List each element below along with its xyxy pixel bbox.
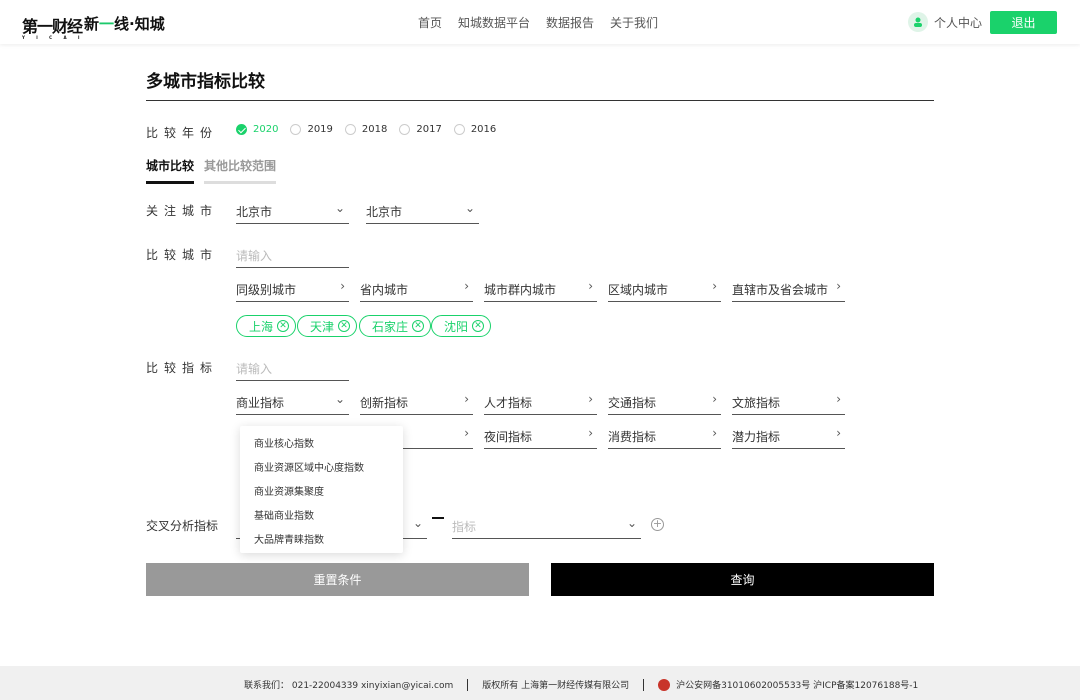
- group-region[interactable]: 区域内城市 ›: [608, 278, 721, 302]
- compare-city-input[interactable]: 请输入: [236, 244, 349, 268]
- chevron-right-icon: ›: [836, 392, 841, 406]
- compare-indicator-input[interactable]: 请输入: [236, 357, 349, 381]
- reset-button[interactable]: 重置条件: [146, 563, 529, 596]
- title-divider: [146, 100, 934, 101]
- group-city-cluster[interactable]: 城市群内城市 ›: [484, 278, 597, 302]
- indicator-night[interactable]: 夜间指标 ›: [484, 425, 597, 449]
- range-dash: [432, 517, 444, 519]
- year-option-2020[interactable]: 2020: [236, 124, 278, 135]
- dropdown-option[interactable]: 商业资源集聚度: [240, 482, 403, 506]
- indicator-potential[interactable]: 潜力指标 ›: [732, 425, 845, 449]
- close-icon[interactable]: ✕: [277, 320, 290, 332]
- indicator-traffic[interactable]: 交通指标 ›: [608, 391, 721, 415]
- group-same-level[interactable]: 同级别城市 ›: [236, 278, 349, 302]
- commerce-indicator-dropdown: 商业核心指数 商业资源区域中心度指数 商业资源集聚度 基础商业指数 大品牌青睐指…: [240, 426, 403, 553]
- footer-divider: [467, 678, 469, 691]
- close-icon[interactable]: ✕: [338, 320, 351, 332]
- chevron-right-icon: ›: [836, 426, 841, 440]
- nav-about[interactable]: 关于我们: [610, 14, 658, 31]
- radio-checked-icon: [236, 124, 247, 135]
- chevron-down-icon: ⌄: [412, 516, 423, 530]
- chevron-right-icon: ›: [588, 426, 593, 440]
- main-nav: 首页 知城数据平台 数据报告 关于我们: [418, 14, 658, 31]
- logout-button[interactable]: 退出: [990, 11, 1057, 34]
- zhicheng-logo[interactable]: 新一线·知城: [84, 13, 165, 34]
- chevron-right-icon: ›: [588, 279, 593, 293]
- footer: 联系我们： 021-22004339 xinyixian@yicai.com 版…: [0, 666, 1080, 700]
- chevron-down-icon: ⌄: [464, 201, 475, 215]
- page-title: 多城市指标比较: [146, 72, 265, 92]
- police-badge-icon: [658, 678, 671, 691]
- chevron-right-icon: ›: [712, 392, 717, 406]
- radio-icon: [344, 124, 356, 135]
- chevron-right-icon: ›: [712, 426, 717, 440]
- indicator-tourism[interactable]: 文旅指标 ›: [732, 391, 845, 415]
- focus-city-select-1[interactable]: 北京市 ⌄: [236, 200, 349, 224]
- chevron-right-icon: ›: [464, 426, 469, 440]
- compare-city-label: 比较城市: [146, 248, 219, 262]
- chevron-down-icon: ⌄: [626, 516, 637, 530]
- indicator-innovation[interactable]: 创新指标 ›: [360, 391, 473, 415]
- compare-tabs: 城市比较 其他比较范围: [146, 157, 286, 184]
- city-chip[interactable]: 石家庄 ✕: [359, 315, 432, 337]
- nav-home[interactable]: 首页: [418, 14, 442, 31]
- city-chip[interactable]: 上海 ✕: [236, 315, 297, 337]
- dropdown-option[interactable]: 商业资源区域中心度指数: [240, 458, 403, 482]
- close-icon[interactable]: ✕: [412, 320, 425, 332]
- user-center-label: 个人中心: [934, 15, 983, 30]
- year-radio-group: 2020 2019 2018 2017 2016: [236, 124, 496, 135]
- add-icon[interactable]: +: [651, 518, 664, 531]
- cross-analysis-label: 交叉分析指标: [146, 519, 219, 533]
- compare-indicator-label: 比较指标: [146, 361, 219, 375]
- chevron-down-icon: ⌄: [334, 201, 345, 215]
- footer-divider: [643, 678, 645, 691]
- radio-icon: [453, 124, 465, 135]
- footer-copyright: 版权所有 上海第一财经传媒有限公司: [482, 681, 630, 691]
- chevron-right-icon: ›: [836, 279, 841, 293]
- user-avatar-icon: [908, 12, 928, 32]
- footer-icp[interactable]: 沪公安网备31010602005533号 沪ICP备案12076188号-1: [676, 678, 918, 691]
- chevron-right-icon: ›: [340, 279, 345, 293]
- dropdown-option[interactable]: 大品牌青睐指数: [240, 530, 403, 554]
- chevron-right-icon: ›: [588, 392, 593, 406]
- group-municipality-capital[interactable]: 直辖市及省会城市 ›: [732, 278, 845, 302]
- cross-indicator-right[interactable]: 指标 ⌄: [452, 515, 641, 539]
- year-filter-label: 比较年份: [146, 126, 219, 140]
- nav-data-platform[interactable]: 知城数据平台: [458, 14, 530, 31]
- tab-city-compare[interactable]: 城市比较: [146, 157, 195, 184]
- query-button[interactable]: 查询: [551, 563, 934, 596]
- indicator-commerce[interactable]: 商业指标 ⌄: [236, 391, 349, 415]
- dropdown-option[interactable]: 基础商业指数: [240, 506, 403, 530]
- top-bar: 第一财经 Y I C A I 新一线·知城 首页 知城数据平台 数据报告 关于我…: [0, 0, 1080, 44]
- focus-city-label: 关注城市: [146, 204, 219, 218]
- chevron-right-icon: ›: [464, 279, 469, 293]
- radio-icon: [290, 124, 302, 135]
- year-option-2018[interactable]: 2018: [344, 124, 387, 135]
- chevron-down-icon: ⌄: [334, 392, 345, 406]
- indicator-talent[interactable]: 人才指标 ›: [484, 391, 597, 415]
- year-option-2019[interactable]: 2019: [290, 124, 333, 135]
- city-chip[interactable]: 沈阳 ✕: [431, 315, 492, 337]
- focus-city-select-2[interactable]: 北京市 ⌄: [366, 200, 479, 224]
- tab-other-scope[interactable]: 其他比较范围: [204, 157, 277, 184]
- close-icon[interactable]: ✕: [472, 320, 485, 332]
- year-option-2017[interactable]: 2017: [399, 124, 442, 135]
- footer-contact: 联系我们： 021-22004339 xinyixian@yicai.com: [244, 681, 454, 691]
- year-option-2016[interactable]: 2016: [453, 124, 496, 135]
- dropdown-option[interactable]: 商业核心指数: [240, 434, 403, 458]
- indicator-consumption[interactable]: 消费指标 ›: [608, 425, 721, 449]
- yicai-logo[interactable]: 第一财经 Y I C A I: [22, 13, 84, 40]
- nav-data-report[interactable]: 数据报告: [546, 14, 594, 31]
- group-in-province[interactable]: 省内城市 ›: [360, 278, 473, 302]
- city-chip[interactable]: 天津 ✕: [297, 315, 358, 337]
- user-center[interactable]: 个人中心: [908, 12, 982, 32]
- chevron-right-icon: ›: [712, 279, 717, 293]
- radio-icon: [399, 124, 411, 135]
- chevron-right-icon: ›: [464, 392, 469, 406]
